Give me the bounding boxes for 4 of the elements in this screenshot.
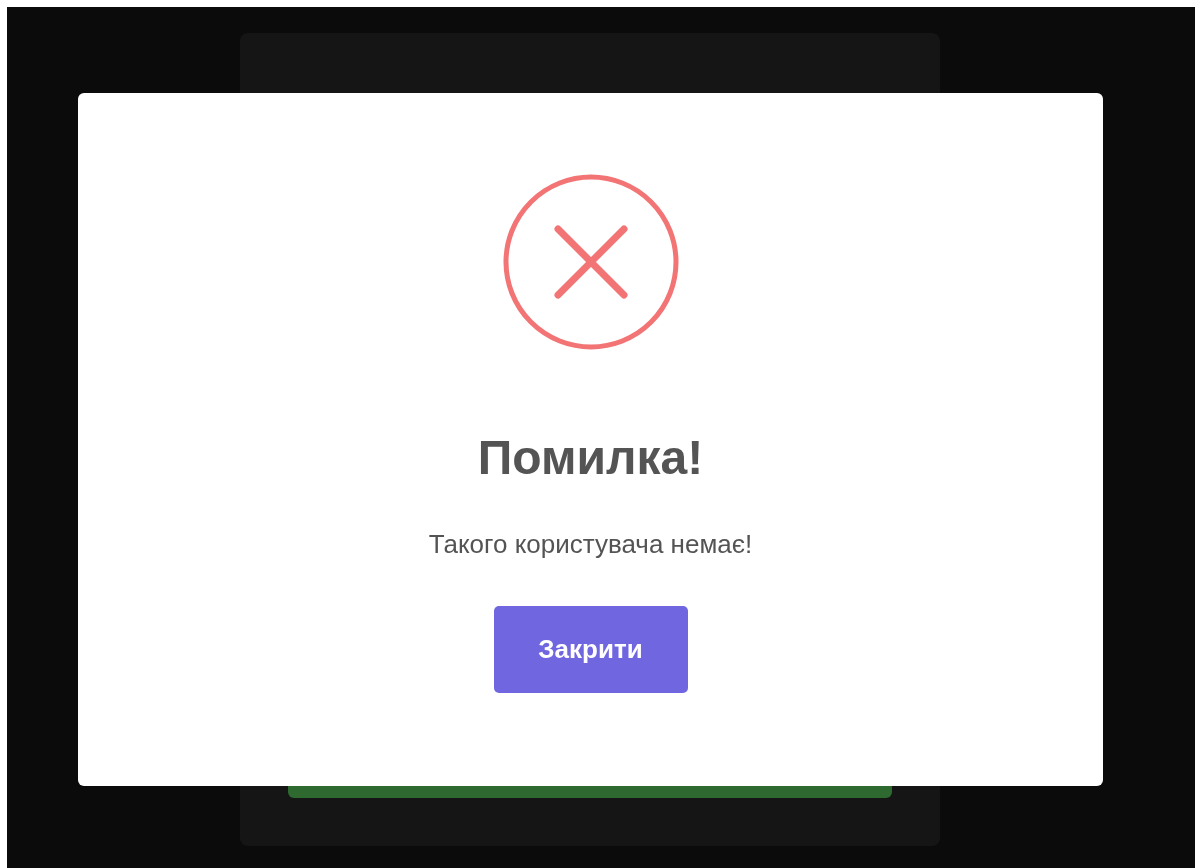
dialog-message: Такого користувача немає! bbox=[428, 528, 753, 560]
dialog-title: Помилка! bbox=[477, 430, 704, 486]
error-icon bbox=[501, 173, 680, 351]
close-button[interactable]: Закрити bbox=[493, 605, 688, 693]
